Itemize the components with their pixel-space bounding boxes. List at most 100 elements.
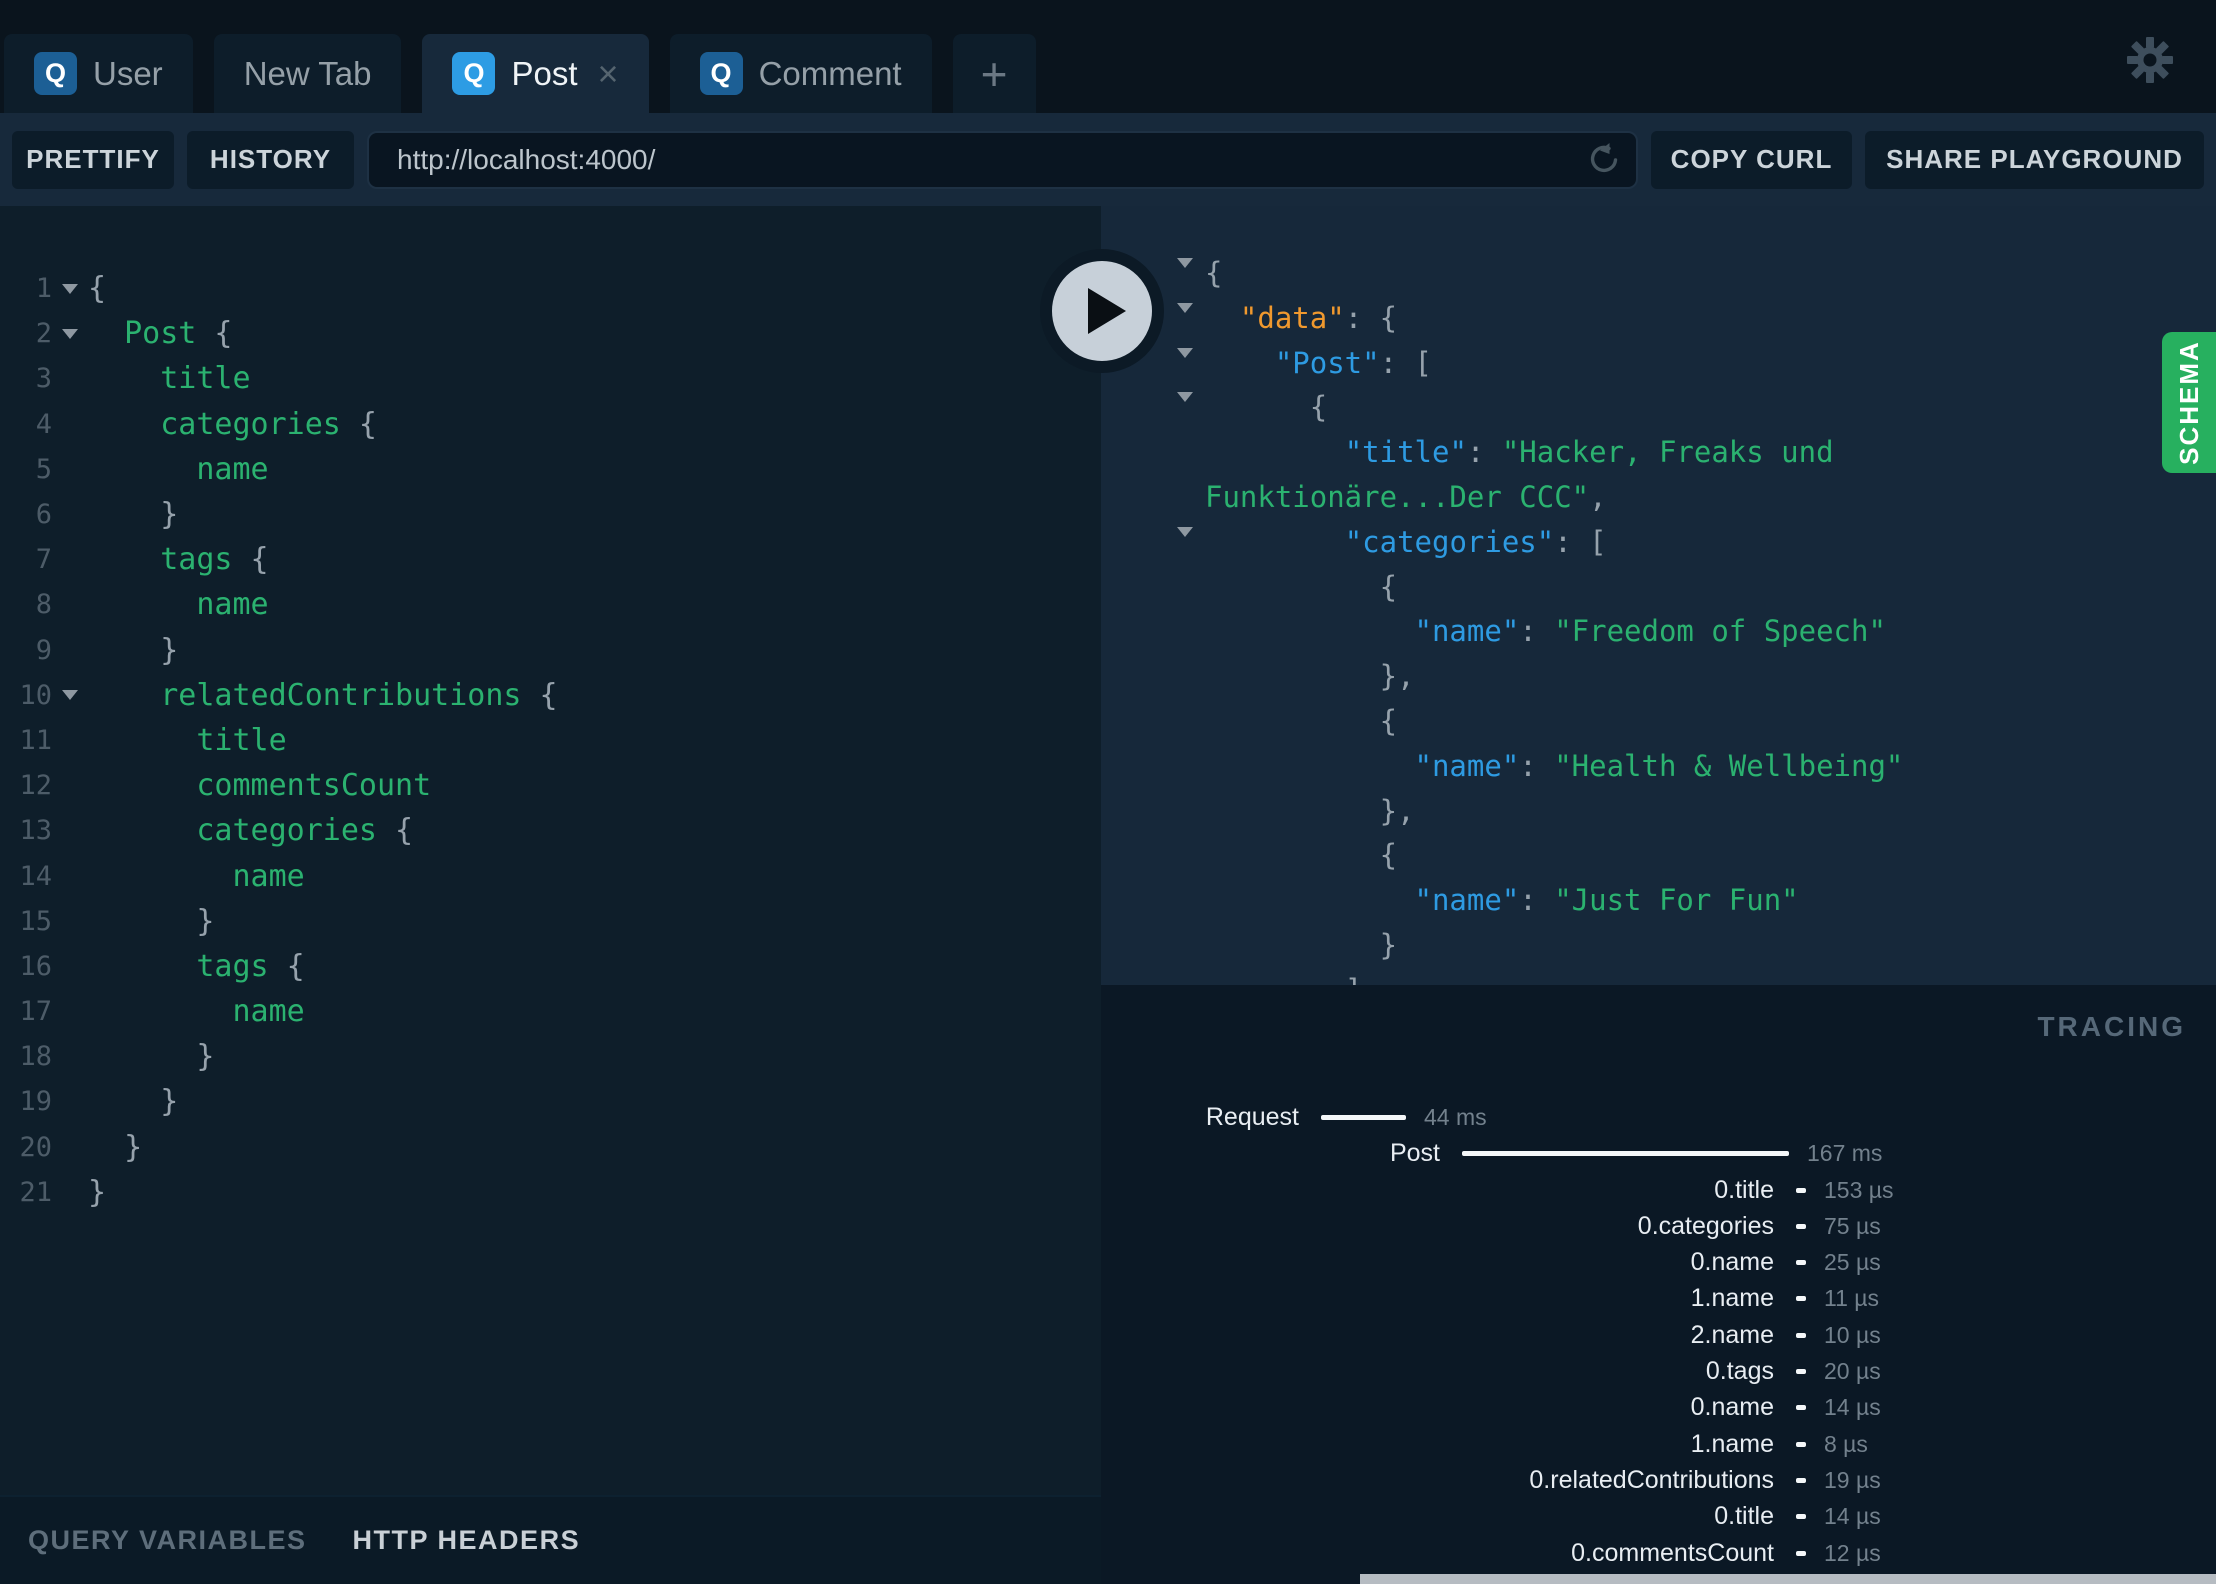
tracing-row-label: 0.title bbox=[1714, 1502, 1774, 1531]
query-line-code: categories { bbox=[196, 813, 414, 849]
line-number: 3 bbox=[35, 363, 52, 395]
query-editor-line: 16 tags { bbox=[0, 944, 1101, 989]
fold-arrow-icon[interactable] bbox=[52, 916, 88, 926]
fold-arrow-icon[interactable] bbox=[52, 555, 88, 565]
fold-arrow-icon[interactable] bbox=[52, 871, 88, 881]
fold-arrow-icon[interactable] bbox=[52, 283, 88, 294]
tracing-duration-bar bbox=[1796, 1441, 1806, 1447]
close-tab-icon[interactable]: × bbox=[598, 55, 619, 92]
query-line-code: } bbox=[196, 903, 215, 939]
history-button[interactable]: HISTORY bbox=[187, 130, 354, 189]
tracing-row: Post 167 ms bbox=[1101, 1135, 2216, 1171]
response-line-code: "categories": [ bbox=[1344, 524, 1607, 559]
query-editor-line: 12 commentsCount bbox=[0, 763, 1101, 808]
tab-query-variables[interactable]: QUERY VARIABLES bbox=[28, 1525, 307, 1556]
toolbar: PRETTIFY HISTORY COPY CURL SHARE PLAYGRO… bbox=[0, 113, 2216, 206]
line-number: 15 bbox=[19, 905, 52, 937]
tab-comment[interactable]: Q Comment bbox=[669, 34, 932, 113]
tracing-row-label: 2.name bbox=[1690, 1320, 1774, 1349]
response-line: "categories": [ bbox=[1101, 520, 2216, 571]
response-line-code: "Post": [ bbox=[1274, 345, 1432, 380]
line-number: 17 bbox=[19, 996, 52, 1028]
fold-arrow-icon[interactable] bbox=[52, 600, 88, 610]
fold-arrow-icon[interactable] bbox=[52, 1187, 88, 1197]
schema-side-tab[interactable]: SCHEMA bbox=[2162, 332, 2216, 473]
settings-gear-icon[interactable] bbox=[2126, 36, 2174, 84]
new-tab-button[interactable]: + bbox=[952, 34, 1036, 113]
fold-arrow-icon[interactable] bbox=[52, 690, 88, 701]
tracing-header: TRACING bbox=[2037, 1011, 2186, 1042]
graphql-playground-window: Q User New Tab Q Post × Q Comment + PRET… bbox=[0, 0, 2216, 1584]
query-editor[interactable]: 1 { 2 Post { 3 title 4 categories { 5 na… bbox=[0, 206, 1101, 1495]
fold-arrow-icon[interactable] bbox=[52, 1097, 88, 1107]
query-editor-line: 8 name bbox=[0, 582, 1101, 627]
tab-new-tab[interactable]: New Tab bbox=[213, 34, 402, 113]
tab-post[interactable]: Q Post × bbox=[422, 34, 649, 113]
query-line-code: commentsCount bbox=[196, 768, 432, 804]
endpoint-url-input[interactable] bbox=[367, 130, 1638, 189]
tracing-duration-bar bbox=[1462, 1151, 1789, 1157]
play-icon bbox=[1088, 288, 1126, 334]
query-line-code: } bbox=[196, 1039, 215, 1075]
tracing-row-label: 0.name bbox=[1690, 1393, 1774, 1422]
prettify-button[interactable]: PRETTIFY bbox=[12, 130, 174, 189]
query-editor-line: 6 } bbox=[0, 492, 1101, 537]
fold-arrow-icon[interactable] bbox=[52, 645, 88, 655]
tracing-row-label: Post bbox=[1389, 1139, 1440, 1168]
tracing-row: 0.categories 75 µs bbox=[1101, 1208, 2216, 1244]
tracing-duration-bar bbox=[1796, 1296, 1806, 1302]
fold-arrow-icon[interactable] bbox=[52, 328, 88, 339]
tracing-duration-bar bbox=[1796, 1369, 1806, 1375]
fold-arrow-icon[interactable] bbox=[52, 781, 88, 791]
tracing-row: 2.name 10 µs bbox=[1101, 1317, 2216, 1353]
fold-arrow-icon[interactable] bbox=[52, 735, 88, 745]
fold-arrow-icon[interactable] bbox=[52, 374, 88, 384]
fold-arrow-icon[interactable] bbox=[52, 961, 88, 971]
execute-query-button[interactable] bbox=[1040, 249, 1164, 373]
refresh-icon[interactable] bbox=[1586, 142, 1622, 178]
tracing-duration-bar bbox=[1796, 1260, 1806, 1266]
fold-arrow-icon[interactable] bbox=[52, 1052, 88, 1062]
copy-curl-button[interactable]: COPY CURL bbox=[1651, 130, 1852, 189]
fold-arrow-icon[interactable] bbox=[52, 464, 88, 474]
share-playground-button[interactable]: SHARE PLAYGROUND bbox=[1865, 130, 2204, 189]
line-number: 4 bbox=[35, 408, 52, 440]
horizontal-scrollbar[interactable] bbox=[1360, 1574, 2216, 1584]
response-line: { bbox=[1101, 565, 2216, 610]
fold-arrow-icon[interactable] bbox=[52, 1142, 88, 1152]
query-editor-line: 14 name bbox=[0, 853, 1101, 898]
line-number: 20 bbox=[19, 1131, 52, 1163]
tracing-row-label: 0.relatedContributions bbox=[1529, 1465, 1774, 1494]
tracing-row-value: 153 µs bbox=[1824, 1176, 1894, 1203]
tracing-row: 1.name 11 µs bbox=[1101, 1280, 2216, 1316]
response-line-code: "data": { bbox=[1239, 300, 1398, 335]
tracing-row-value: 25 µs bbox=[1824, 1249, 1881, 1276]
tab-http-headers[interactable]: HTTP HEADERS bbox=[353, 1525, 581, 1556]
line-number: 18 bbox=[19, 1041, 52, 1073]
fold-arrow-icon[interactable] bbox=[52, 510, 88, 520]
line-number: 10 bbox=[19, 679, 52, 711]
response-line: }, bbox=[1101, 789, 2216, 834]
tracing-row-value: 12 µs bbox=[1824, 1539, 1881, 1566]
tab-label: User bbox=[93, 54, 163, 92]
response-line: { bbox=[1101, 833, 2216, 878]
query-editor-line: 5 name bbox=[0, 447, 1101, 492]
tracing-row-label: 0.name bbox=[1690, 1248, 1774, 1277]
query-editor-line: 4 categories { bbox=[0, 402, 1101, 447]
tab-user[interactable]: Q User bbox=[4, 34, 193, 113]
tracing-row-value: 8 µs bbox=[1824, 1430, 1868, 1457]
query-line-code: } bbox=[160, 497, 179, 533]
query-editor-lines: 1 { 2 Post { 3 title 4 categories { 5 na… bbox=[0, 206, 1101, 1215]
fold-arrow-icon[interactable] bbox=[52, 1007, 88, 1017]
fold-arrow-icon[interactable] bbox=[52, 826, 88, 836]
response-line-code: "name": "Health & Wellbeing" bbox=[1414, 748, 1904, 783]
query-badge: Q bbox=[452, 52, 496, 95]
tracing-row-value: 11 µs bbox=[1824, 1285, 1880, 1312]
line-number: 1 bbox=[35, 273, 52, 305]
query-line-code: } bbox=[124, 1129, 143, 1165]
line-number: 7 bbox=[35, 544, 52, 576]
line-number: 16 bbox=[19, 950, 52, 982]
query-line-code: { bbox=[88, 271, 107, 307]
fold-arrow-icon[interactable] bbox=[52, 419, 88, 429]
query-line-code: name bbox=[196, 587, 269, 623]
